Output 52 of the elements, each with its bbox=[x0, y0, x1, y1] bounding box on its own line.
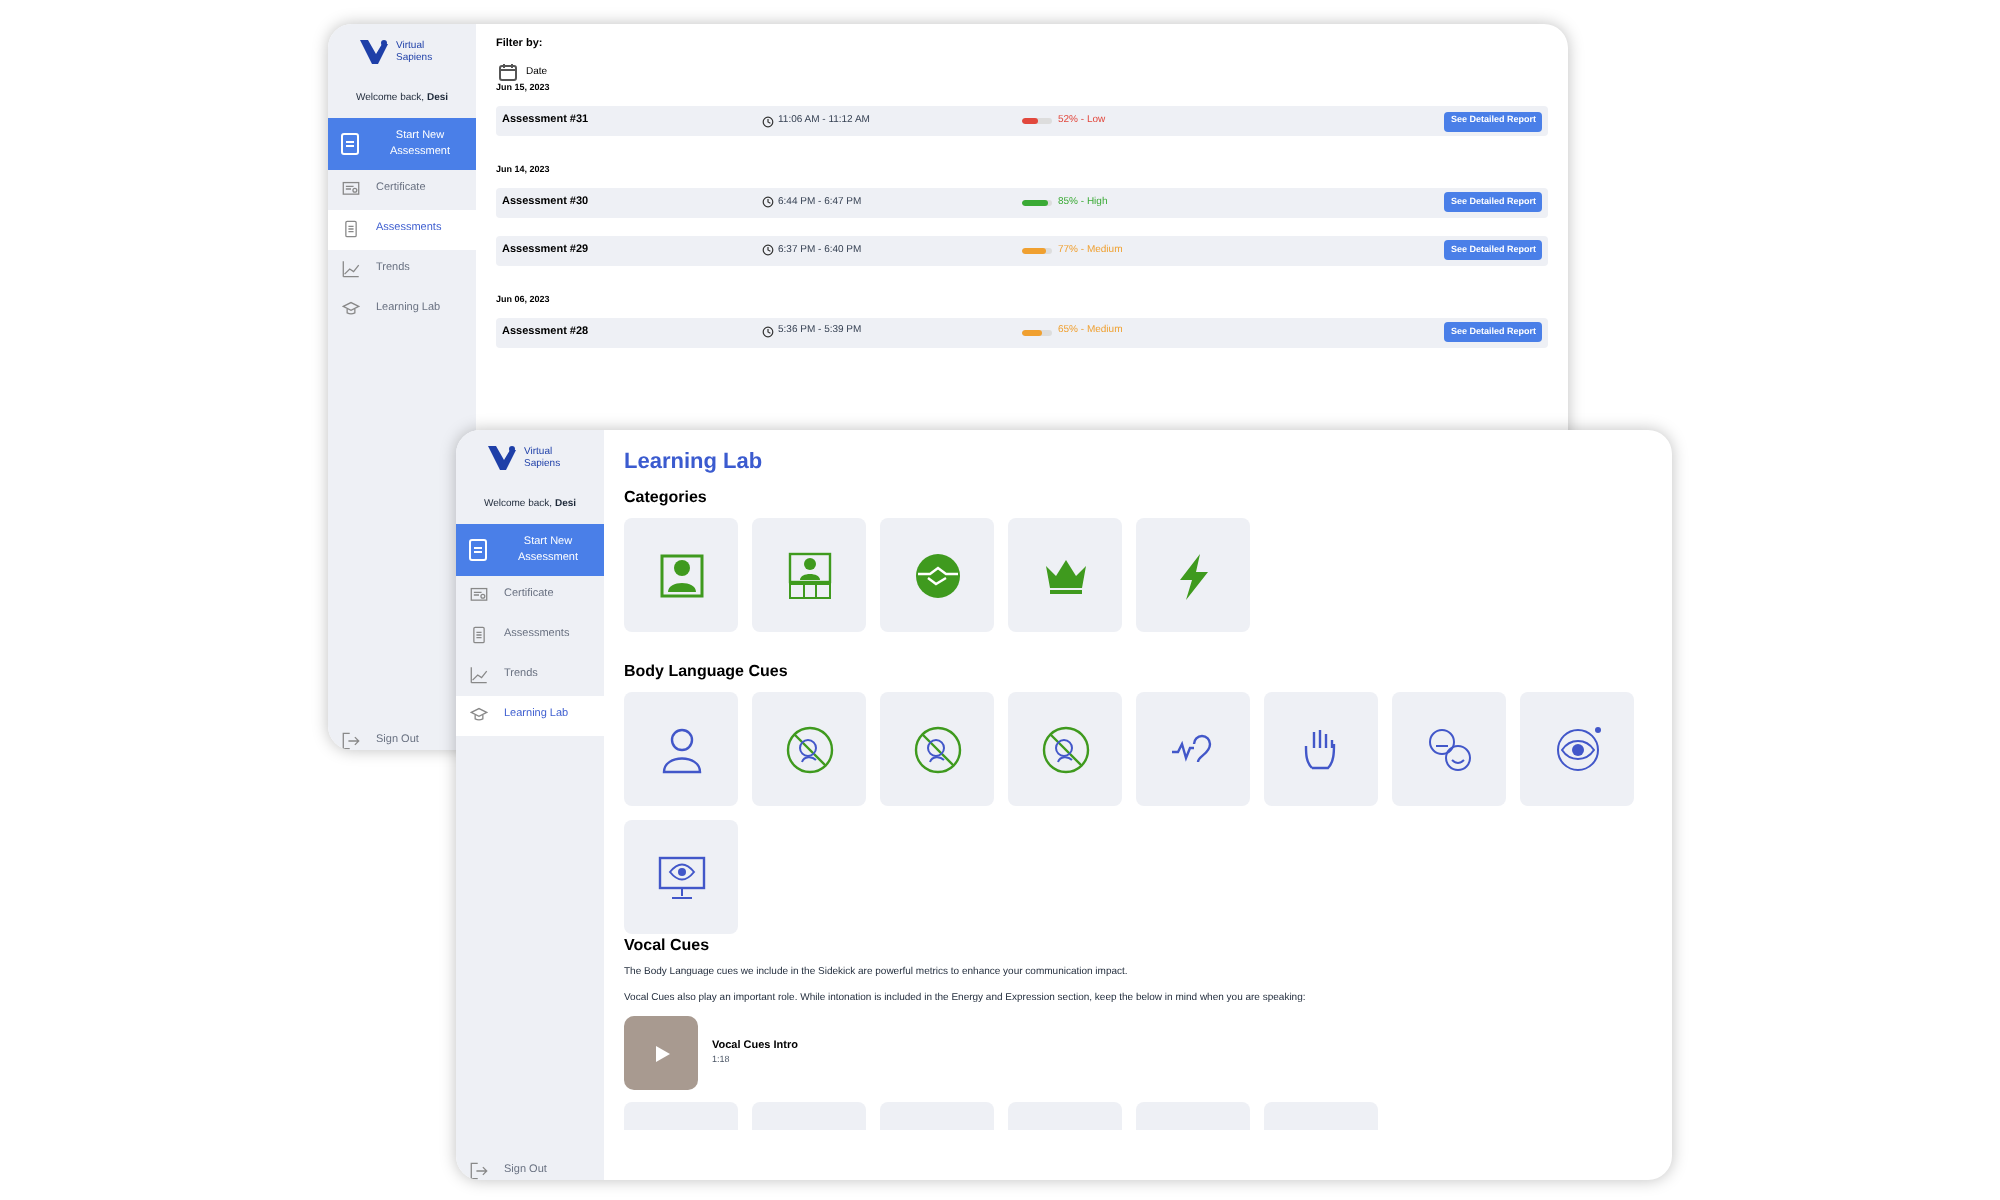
calendar-icon bbox=[498, 62, 518, 83]
cue-tile[interactable] bbox=[1264, 692, 1378, 806]
clock-icon bbox=[762, 115, 774, 127]
presenter-icon bbox=[655, 549, 707, 601]
faces-icon bbox=[1423, 723, 1475, 775]
cue-tile[interactable] bbox=[624, 820, 738, 934]
clipboard-icon bbox=[340, 131, 360, 155]
cue-tile[interactable] bbox=[752, 692, 866, 806]
video-call-icon bbox=[783, 549, 835, 601]
photo-placeholder[interactable] bbox=[624, 1016, 698, 1090]
line-chart-icon bbox=[342, 260, 360, 278]
cue-tile[interactable] bbox=[1520, 692, 1634, 806]
graduation-cap-icon bbox=[470, 706, 488, 724]
clock-icon bbox=[762, 326, 774, 338]
clipboard-icon bbox=[470, 626, 488, 644]
monitor-eye-icon bbox=[655, 851, 707, 903]
handshake-icon bbox=[911, 549, 963, 601]
score-bar bbox=[1022, 247, 1052, 254]
logo-icon bbox=[360, 40, 388, 64]
sign-out-icon bbox=[470, 1162, 488, 1180]
graduation-cap-icon bbox=[342, 300, 360, 318]
score-bar bbox=[1022, 329, 1052, 335]
cue-tile[interactable] bbox=[1392, 692, 1506, 806]
section-heading: Body Language Cues bbox=[624, 660, 790, 684]
sign-out-icon bbox=[342, 732, 360, 750]
score-bar bbox=[1022, 199, 1052, 206]
score-bar bbox=[1022, 118, 1052, 124]
clipboard-icon bbox=[342, 220, 360, 238]
line-chart-icon bbox=[470, 666, 488, 684]
clipboard-icon bbox=[468, 537, 488, 561]
clock-icon bbox=[762, 244, 774, 257]
cue-tile[interactable] bbox=[880, 692, 994, 806]
certificate-icon bbox=[470, 586, 488, 604]
logo-icon bbox=[488, 446, 516, 470]
clock-icon bbox=[762, 196, 774, 209]
cue-tile[interactable] bbox=[880, 518, 994, 632]
section-heading: Categories bbox=[624, 486, 709, 510]
no-face-touch-icon bbox=[911, 723, 963, 775]
cue-tile[interactable] bbox=[624, 692, 738, 806]
cue-tile[interactable] bbox=[1008, 518, 1122, 632]
eye-icon bbox=[1551, 723, 1603, 775]
play-icon bbox=[651, 1043, 671, 1063]
section-heading: Vocal Cues bbox=[624, 934, 712, 958]
cue-tile[interactable] bbox=[1008, 692, 1122, 806]
certificate-icon bbox=[342, 180, 360, 198]
no-face-touch-icon bbox=[783, 723, 835, 775]
page-title: Learning Lab bbox=[624, 448, 765, 476]
cue-tile[interactable] bbox=[624, 518, 738, 632]
cue-tile[interactable] bbox=[1136, 518, 1250, 632]
no-face-touch-icon bbox=[1039, 723, 1091, 775]
cue-tile[interactable] bbox=[1136, 692, 1250, 806]
cue-tile[interactable] bbox=[752, 518, 866, 632]
